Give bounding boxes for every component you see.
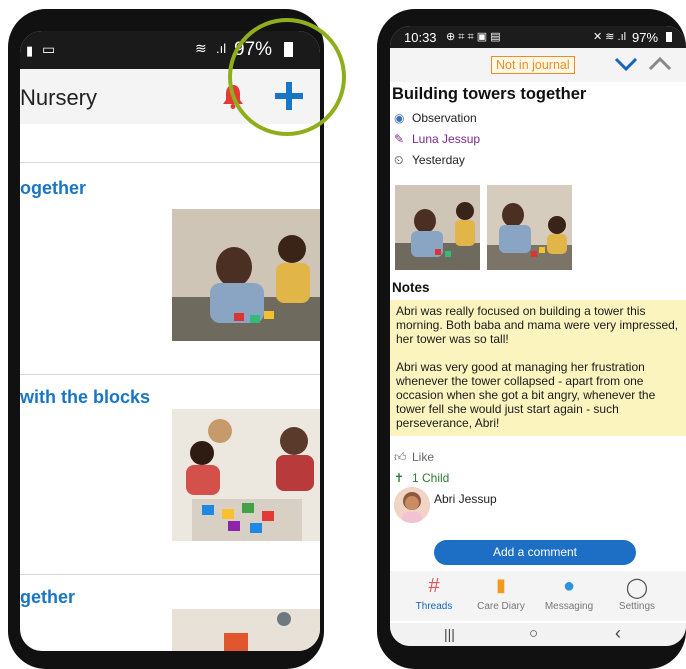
battery-percent: 97% bbox=[632, 30, 659, 45]
wifi-icon: ≋ bbox=[195, 40, 207, 56]
post-date-label: Yesterday bbox=[412, 153, 465, 167]
right-screen: 10:33 ⊕ ⌗ ⌗ ▣ ▤ ✕ ≋ .ıl 97% Not in journ… bbox=[390, 26, 686, 646]
post-photo[interactable] bbox=[487, 185, 572, 270]
divider bbox=[20, 574, 320, 575]
child-avatar[interactable] bbox=[394, 487, 430, 523]
journal-status-badge[interactable]: Not in journal bbox=[491, 56, 575, 74]
signature-icon: ✎ bbox=[394, 132, 405, 146]
nav-label: Settings bbox=[618, 601, 656, 612]
post-date: ⏲ Yesterday bbox=[394, 153, 465, 168]
feed-item-title[interactable]: ogether bbox=[20, 178, 86, 199]
notes-paragraph: Abri was very good at managing her frust… bbox=[396, 360, 656, 430]
feed-photo[interactable] bbox=[172, 609, 320, 651]
thumbs-up-icon: 👍︎ bbox=[394, 450, 407, 464]
nav-messaging[interactable]: ● Messaging bbox=[534, 575, 604, 612]
nav-settings[interactable]: ◯ Settings bbox=[602, 575, 672, 612]
nav-label: Care Diary bbox=[477, 601, 525, 612]
messaging-icon: ● bbox=[562, 575, 576, 597]
like-button[interactable]: 👍︎ Like bbox=[394, 450, 434, 465]
child-icon: ✝ bbox=[394, 471, 405, 485]
notification-icon: ▮ bbox=[26, 43, 34, 58]
chevron-up-icon[interactable] bbox=[648, 56, 672, 72]
post-type: ◉ Observation bbox=[394, 111, 477, 125]
child-count-label: 1 Child bbox=[412, 471, 450, 485]
nav-label: Threads bbox=[415, 601, 453, 612]
feed-item-title[interactable]: with the blocks bbox=[20, 387, 150, 408]
post-toolbar: Not in journal bbox=[390, 48, 686, 82]
nav-label: Messaging bbox=[544, 601, 594, 612]
nav-care-diary[interactable]: ▮ Care Diary bbox=[466, 575, 536, 612]
highlight-ring bbox=[228, 18, 346, 136]
clock: 10:33 bbox=[404, 30, 437, 45]
right-phone: 10:33 ⊕ ⌗ ⌗ ▣ ▤ ✕ ≋ .ıl 97% Not in journ… bbox=[377, 9, 686, 669]
divider bbox=[20, 374, 320, 375]
feed-item-title[interactable]: gether bbox=[20, 587, 75, 608]
recents-button[interactable]: ||| bbox=[444, 626, 455, 642]
threads-icon: # bbox=[428, 575, 440, 597]
bottom-nav: # Threads ▮ Care Diary ● Messaging ◯ Setting… bbox=[390, 571, 686, 621]
care-diary-icon: ▮ bbox=[496, 575, 506, 595]
settings-icon: ◯ bbox=[625, 577, 649, 599]
like-label: Like bbox=[412, 450, 435, 464]
post-type-label: Observation bbox=[412, 111, 477, 125]
signal-icon: ✕ ≋ .ıl bbox=[593, 31, 627, 43]
child-count[interactable]: ✝ 1 Child bbox=[394, 471, 449, 485]
clock-icon: ⏲ bbox=[394, 153, 404, 167]
post-author[interactable]: ✎ Luna Jessup bbox=[394, 132, 480, 146]
notes-body: Abri was really focused on building a to… bbox=[390, 300, 686, 436]
nav-threads[interactable]: # Threads bbox=[399, 575, 469, 612]
feed-photo[interactable] bbox=[172, 409, 320, 541]
page-title: Nursery bbox=[20, 85, 98, 110]
notes-heading: Notes bbox=[392, 280, 430, 295]
feed-photo[interactable] bbox=[172, 209, 320, 341]
system-nav-bar: ||| ○ ‹ bbox=[390, 623, 686, 646]
child-name[interactable]: Abri Jessup bbox=[434, 492, 497, 506]
post-title: Building towers together bbox=[392, 85, 587, 103]
chevron-down-icon[interactable] bbox=[614, 56, 638, 72]
calendar-icon: ▭ bbox=[42, 41, 56, 57]
home-button[interactable]: ○ bbox=[529, 625, 538, 642]
battery-icon bbox=[666, 32, 672, 42]
status-bar: 10:33 ⊕ ⌗ ⌗ ▣ ▤ ✕ ≋ .ıl 97% bbox=[390, 26, 686, 48]
back-button[interactable]: ‹ bbox=[615, 623, 621, 644]
post-author-name: Luna Jessup bbox=[412, 132, 481, 146]
eye-icon: ◉ bbox=[394, 111, 405, 125]
notes-paragraph: Abri was really focused on building a to… bbox=[396, 304, 679, 346]
signal-icon: .ıl bbox=[216, 41, 227, 56]
divider bbox=[20, 162, 320, 163]
post-photo[interactable] bbox=[395, 185, 480, 270]
add-comment-button[interactable]: Add a comment bbox=[434, 540, 636, 565]
notification-icons: ⊕ ⌗ ⌗ ▣ ▤ bbox=[446, 31, 501, 43]
